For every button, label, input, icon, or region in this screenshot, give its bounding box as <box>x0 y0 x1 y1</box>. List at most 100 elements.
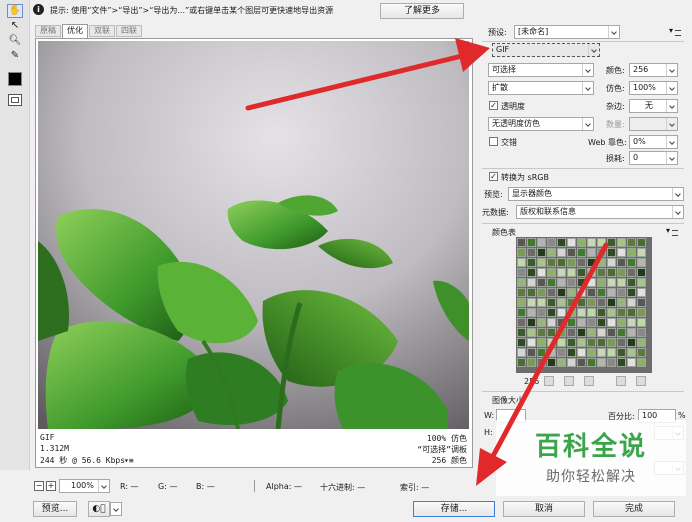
color-swatch[interactable] <box>607 338 616 347</box>
color-swatch[interactable] <box>607 308 616 317</box>
color-swatch[interactable] <box>537 358 546 367</box>
color-swatch[interactable] <box>607 318 616 327</box>
color-swatch[interactable] <box>537 278 546 287</box>
color-swatch[interactable] <box>627 318 636 327</box>
color-swatch[interactable] <box>547 348 556 357</box>
color-swatch[interactable] <box>567 258 576 267</box>
color-swatch[interactable] <box>537 308 546 317</box>
tab-4up[interactable]: 四联 <box>116 25 142 37</box>
color-swatch[interactable] <box>537 288 546 297</box>
color-swatch[interactable] <box>517 258 526 267</box>
color-swatch[interactable] <box>627 278 636 287</box>
color-swatch[interactable] <box>617 258 626 267</box>
color-swatch[interactable] <box>617 358 626 367</box>
hand-tool-icon[interactable]: ✋ <box>7 4 23 18</box>
color-swatch[interactable] <box>637 318 646 327</box>
toggle-slices-icon[interactable] <box>8 94 22 106</box>
color-swatch[interactable] <box>517 308 526 317</box>
color-swatch[interactable] <box>547 328 556 337</box>
preview-mode-select[interactable]: 显示器颜色 <box>508 187 684 201</box>
color-swatch[interactable] <box>577 258 586 267</box>
color-swatch[interactable] <box>527 338 536 347</box>
color-swatch[interactable] <box>597 248 606 257</box>
color-swatch[interactable] <box>537 328 546 337</box>
color-swatch[interactable] <box>537 258 546 267</box>
color-swatch[interactable] <box>527 318 536 327</box>
color-swatch[interactable] <box>517 288 526 297</box>
color-swatch[interactable] <box>587 298 596 307</box>
tab-original[interactable]: 原稿 <box>35 25 61 37</box>
color-swatch[interactable] <box>557 358 566 367</box>
color-swatch[interactable] <box>517 328 526 337</box>
color-swatch[interactable] <box>537 338 546 347</box>
color-swatch[interactable] <box>587 348 596 357</box>
color-swatch[interactable] <box>587 248 596 257</box>
color-table-grid[interactable] <box>516 237 652 373</box>
color-swatch[interactable] <box>517 358 526 367</box>
color-swatch[interactable] <box>607 248 616 257</box>
color-swatch[interactable] <box>627 268 636 277</box>
color-swatch[interactable] <box>607 288 616 297</box>
color-swatch[interactable] <box>567 358 576 367</box>
color-swatch[interactable] <box>567 248 576 257</box>
color-swatch[interactable] <box>577 358 586 367</box>
zoom-in-button[interactable]: + <box>46 481 56 491</box>
learn-more-button[interactable]: 了解更多 <box>380 3 464 19</box>
color-swatch[interactable] <box>527 248 536 257</box>
color-swatch[interactable] <box>527 258 536 267</box>
color-swatch[interactable] <box>607 358 616 367</box>
dither-select[interactable]: 100% <box>629 81 678 95</box>
tab-2up[interactable]: 双联 <box>89 25 115 37</box>
reduction-select[interactable]: 可选择 <box>488 63 594 77</box>
color-swatch[interactable] <box>567 338 576 347</box>
color-swatch[interactable] <box>587 308 596 317</box>
color-swatch[interactable] <box>527 348 536 357</box>
color-swatch[interactable] <box>627 328 636 337</box>
color-swatch[interactable] <box>547 238 556 247</box>
done-button[interactable]: 完成 <box>593 501 675 517</box>
color-swatch[interactable] <box>637 298 646 307</box>
status-menu-icon[interactable]: ▾≡ <box>124 456 134 465</box>
eyedropper-tool-icon[interactable]: ✎ <box>8 50 22 62</box>
color-swatch[interactable] <box>537 238 546 247</box>
color-swatch[interactable] <box>587 258 596 267</box>
color-swatch[interactable] <box>567 298 576 307</box>
color-swatch[interactable] <box>547 288 556 297</box>
color-swatch[interactable] <box>627 238 636 247</box>
color-swatch[interactable] <box>527 358 536 367</box>
color-swatch[interactable] <box>627 248 636 257</box>
browser-preview-button[interactable]: ◐⃝ <box>88 501 110 517</box>
color-swatch[interactable] <box>607 298 616 307</box>
delete-color-icon[interactable] <box>636 376 646 386</box>
color-swatch[interactable] <box>587 278 596 287</box>
color-swatch[interactable] <box>527 328 536 337</box>
color-swatch[interactable] <box>607 328 616 337</box>
color-swatch[interactable] <box>587 238 596 247</box>
zoom-select[interactable]: 100% <box>59 479 110 493</box>
color-swatch[interactable] <box>637 278 646 287</box>
color-swatch[interactable] <box>547 308 556 317</box>
color-swatch[interactable] <box>587 268 596 277</box>
color-swatch[interactable] <box>627 308 636 317</box>
color-swatch[interactable] <box>577 338 586 347</box>
metadata-select[interactable]: 版权和联系信息 <box>516 205 684 219</box>
color-swatch[interactable] <box>577 268 586 277</box>
color-swatch[interactable] <box>577 328 586 337</box>
transparency-checkbox[interactable]: ✓ <box>489 101 498 110</box>
color-swatch[interactable] <box>557 308 566 317</box>
color-swatch[interactable] <box>577 308 586 317</box>
color-swatch[interactable] <box>547 258 556 267</box>
web-snap-select[interactable]: 0% <box>629 135 678 149</box>
color-swatch[interactable] <box>557 258 566 267</box>
format-select[interactable]: GIF <box>492 43 600 57</box>
color-swatch[interactable] <box>527 238 536 247</box>
color-swatch[interactable] <box>547 318 556 327</box>
preview-image[interactable] <box>38 41 469 429</box>
color-swatch[interactable] <box>557 348 566 357</box>
lossy-select[interactable]: 0 <box>629 151 678 165</box>
color-swatch[interactable] <box>557 338 566 347</box>
color-swatch[interactable] <box>597 328 606 337</box>
color-swatch[interactable] <box>617 308 626 317</box>
color-swatch[interactable] <box>587 328 596 337</box>
amount-select[interactable] <box>629 117 678 131</box>
